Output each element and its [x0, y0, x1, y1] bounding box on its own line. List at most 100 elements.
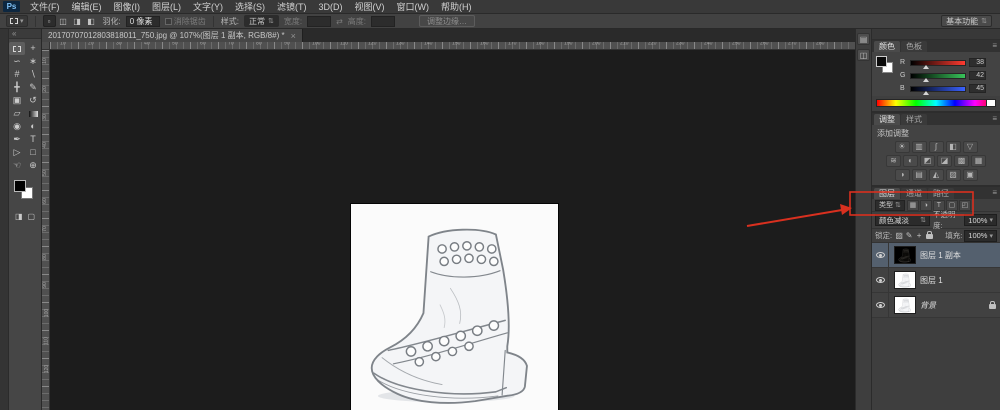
canvas-pasteboard[interactable] [50, 50, 855, 410]
swap-dimensions-icon[interactable]: ⇄ [336, 17, 343, 26]
threshold-icon[interactable]: ◭ [929, 169, 944, 181]
menubar-item[interactable]: 图层(L) [146, 0, 187, 14]
menubar-item[interactable]: 视图(V) [349, 0, 391, 14]
color-slider-track[interactable] [910, 86, 966, 92]
visibility-cell[interactable] [872, 293, 889, 317]
collapsed-panel-button-2[interactable]: ◫ [857, 49, 870, 61]
quick-mask-button[interactable]: ◨ [15, 211, 23, 222]
channel-value[interactable]: 38 [969, 58, 986, 67]
workspace-switcher[interactable]: 基本功能 ⇅ [941, 15, 992, 27]
eraser-tool[interactable]: ▱ [9, 107, 25, 120]
vibrance-icon[interactable]: ▽ [963, 141, 978, 153]
opacity-input[interactable]: 100% ▾ [964, 214, 997, 226]
menubar-item[interactable]: 帮助(H) [435, 0, 478, 14]
color-balance-icon[interactable]: ◐ [903, 155, 918, 167]
menubar-item[interactable]: 图像(I) [108, 0, 147, 14]
lasso-tool[interactable]: ∽ [9, 55, 25, 68]
color-slider-track[interactable] [910, 73, 966, 79]
channel-value[interactable]: 42 [969, 71, 986, 80]
intersect-selection-icon[interactable]: ◧ [85, 15, 98, 27]
layer-thumbnail[interactable] [895, 297, 915, 313]
panel-menu-icon[interactable]: ≡ [992, 114, 997, 123]
eyedropper-tool[interactable]: ∖ [25, 68, 41, 81]
layer-row[interactable]: 图层 1 [872, 268, 1000, 293]
document-tab[interactable]: 20170707012803818011_750.jpg @ 107%(图层 1… [42, 29, 303, 42]
menubar-item[interactable]: 文字(Y) [187, 0, 229, 14]
gradient-map-icon[interactable]: ▨ [946, 169, 961, 181]
foreground-color-swatch[interactable] [14, 180, 26, 192]
slider-handle-icon[interactable] [923, 78, 929, 82]
menubar-item[interactable]: 选择(S) [229, 0, 271, 14]
layer-row[interactable]: 背景 [872, 293, 1000, 318]
height-input[interactable] [371, 16, 395, 27]
channel-value[interactable]: 45 [969, 84, 986, 93]
history-brush-tool[interactable]: ↺ [25, 94, 41, 107]
eye-icon[interactable] [876, 302, 885, 308]
refine-edge-button[interactable]: 调整边缘… [419, 15, 475, 27]
width-input[interactable] [307, 16, 331, 27]
shape-tool[interactable]: □ [25, 146, 41, 159]
menubar-item[interactable]: 滤镜(T) [271, 0, 313, 14]
canvas[interactable] [351, 204, 558, 410]
exposure-icon[interactable]: ◧ [946, 141, 961, 153]
tab-swatches[interactable]: 色板 [901, 41, 927, 52]
color-lookup-icon[interactable]: ▦ [971, 155, 986, 167]
layer-name[interactable]: 图层 1 副本 [920, 250, 984, 261]
clone-stamp-tool[interactable]: ▣ [9, 94, 25, 107]
layer-name[interactable]: 图层 1 [920, 275, 984, 286]
add-selection-icon[interactable]: ◫ [57, 15, 70, 27]
blur-tool[interactable]: ◉ [9, 120, 25, 133]
style-select[interactable]: 正常 ⇅ [244, 15, 279, 27]
subtract-selection-icon[interactable]: ◨ [71, 15, 84, 27]
quick-selection-tool[interactable]: ∗ [25, 55, 41, 68]
layer-filter-type-select[interactable]: 类型 ⇅ [875, 200, 905, 211]
pen-tool[interactable]: ✒ [9, 133, 25, 146]
zoom-tool[interactable]: ⊕ [25, 159, 41, 172]
eye-icon[interactable] [876, 277, 885, 283]
black-white-icon[interactable]: ◩ [920, 155, 935, 167]
photo-filter-icon[interactable]: ◪ [937, 155, 952, 167]
foreground-color-swatch[interactable] [876, 56, 887, 67]
blend-mode-select[interactable]: 颜色减淡 ⇅ [875, 214, 930, 226]
panel-menu-icon[interactable]: ≡ [992, 41, 997, 50]
new-selection-icon[interactable]: ▫ [43, 15, 56, 27]
crop-tool[interactable]: # [9, 68, 25, 81]
lock-position-icon[interactable]: + [914, 230, 924, 241]
selective-color-icon[interactable]: ▣ [963, 169, 978, 181]
filter-pixel-layers-icon[interactable]: ▦ [907, 200, 919, 211]
visibility-cell[interactable] [872, 243, 889, 267]
slider-handle-icon[interactable] [923, 91, 929, 95]
lock-image-pixels-icon[interactable]: ✎ [904, 230, 914, 241]
invert-icon[interactable]: ◑ [895, 169, 910, 181]
active-tool-preview[interactable]: ▾ [6, 15, 28, 27]
fill-input[interactable]: 100% ▾ [964, 230, 997, 242]
tools-panel-collapse[interactable]: « [9, 29, 41, 39]
eye-icon[interactable] [876, 252, 885, 258]
layer-name[interactable]: 背景 [920, 300, 984, 311]
tab-color[interactable]: 颜色 [874, 41, 900, 52]
layer-thumbnail[interactable] [895, 247, 915, 263]
tab-styles[interactable]: 样式 [901, 114, 927, 125]
curves-icon[interactable]: ∫ [929, 141, 944, 153]
type-tool[interactable]: T [25, 133, 41, 146]
visibility-cell[interactable] [872, 268, 889, 292]
channel-mixer-icon[interactable]: ▩ [954, 155, 969, 167]
feather-input[interactable]: 0 像素 [126, 16, 160, 27]
dodge-tool[interactable]: ◐ [25, 120, 41, 133]
menubar-item[interactable]: 编辑(E) [66, 0, 108, 14]
brightness-contrast-icon[interactable]: ☀ [895, 141, 910, 153]
tab-channels[interactable]: 通道 [901, 188, 927, 199]
posterize-icon[interactable]: ▤ [912, 169, 927, 181]
levels-icon[interactable]: ▥ [912, 141, 927, 153]
menubar-item[interactable]: 3D(D) [313, 0, 349, 14]
tab-paths[interactable]: 路径 [928, 188, 954, 199]
lock-transparent-pixels-icon[interactable]: ▨ [894, 230, 904, 241]
tab-layers[interactable]: 图层 [874, 188, 900, 199]
close-icon[interactable]: × [291, 31, 296, 41]
layer-row[interactable]: 图层 1 副本 [872, 243, 1000, 268]
move-tool[interactable]: + [25, 42, 41, 55]
healing-brush-tool[interactable]: ╋ [9, 81, 25, 94]
menubar-item[interactable]: 文件(F) [24, 0, 66, 14]
color-slider-track[interactable] [910, 60, 966, 66]
screen-mode-button[interactable]: ▢ [28, 211, 36, 222]
